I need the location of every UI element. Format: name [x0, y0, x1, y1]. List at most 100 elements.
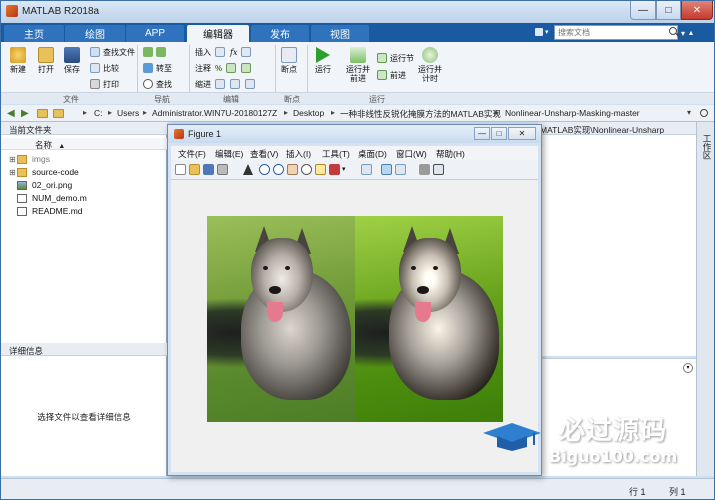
tab-apps[interactable]: APP — [126, 25, 184, 42]
crumb-desktop[interactable]: Desktop — [293, 108, 324, 118]
zoom-in-icon[interactable] — [259, 164, 270, 175]
crumb-separator: ▸ — [108, 108, 113, 117]
find-files-label: 查找文件 — [103, 47, 135, 57]
new-button[interactable]: 新建 — [10, 47, 26, 74]
legend-icon[interactable] — [395, 164, 406, 175]
goto-label: 转至 — [156, 63, 172, 73]
minimize-button[interactable]: — — [630, 1, 656, 20]
original-image — [207, 216, 355, 422]
workspace-label[interactable]: 工作区 — [701, 134, 713, 160]
tab-editor[interactable]: 编辑器 — [187, 25, 249, 42]
menu-desktop[interactable]: 桌面(D) — [358, 148, 387, 160]
figure-title-bar[interactable]: Figure 1 — □ ✕ — [168, 125, 541, 143]
insert-section-icon — [215, 47, 225, 57]
save-figure-icon[interactable] — [203, 164, 214, 175]
quick-access-icon[interactable] — [535, 28, 543, 36]
hide-plot-tools-icon[interactable] — [419, 164, 430, 175]
compare-label: 比较 — [103, 63, 119, 73]
list-item[interactable]: ⊞ source-code — [9, 166, 79, 178]
new-icon — [10, 47, 26, 63]
crumb-project[interactable]: 一种非线性反锐化掩膜方法的MATLAB实现 — [340, 108, 501, 120]
colorbar-icon[interactable] — [381, 164, 392, 175]
menu-insert[interactable]: 插入(I) — [286, 148, 311, 160]
address-dropdown-icon[interactable]: ▾ — [687, 108, 691, 117]
link-plot-icon[interactable] — [361, 164, 372, 175]
print-figure-icon[interactable] — [217, 164, 228, 175]
save-button[interactable]: 保存 — [64, 47, 80, 74]
insert-function-icon[interactable]: fx — [230, 48, 237, 57]
search-input[interactable] — [554, 25, 678, 40]
ribbon-collapse-icon[interactable]: ▴ — [689, 28, 693, 37]
comment-button[interactable]: 注释 % — [195, 62, 254, 74]
comment-percent-icon[interactable]: % — [215, 64, 222, 73]
list-item[interactable]: 02_ori.png — [9, 179, 72, 191]
details-hint: 选择文件以查看详细信息 — [37, 412, 131, 422]
menu-file[interactable]: 文件(F) — [178, 148, 206, 160]
run-section-button[interactable]: 运行节 — [377, 52, 414, 64]
tab-home[interactable]: 主页 — [4, 25, 64, 42]
run-and-time-button[interactable]: 运行并计时 — [417, 47, 443, 83]
pointer-icon[interactable] — [243, 164, 253, 175]
quick-access-dropdown-icon[interactable]: ▾ — [545, 28, 549, 36]
print-button[interactable]: 打印 — [90, 78, 119, 90]
status-bar: 行 1 列 1 — [1, 478, 714, 499]
find-files-button[interactable]: 查找文件 — [90, 46, 135, 58]
crumb-nonlinear[interactable]: Nonlinear-Unsharp-Masking-master — [505, 108, 640, 118]
search-icon[interactable] — [669, 27, 677, 35]
forward-arrow-icon[interactable]: ▶ — [21, 108, 29, 119]
data-cursor-icon[interactable] — [315, 164, 326, 175]
collapse-icon[interactable]: ▾ — [683, 363, 693, 373]
list-item[interactable]: NUM_demo.m — [9, 192, 87, 204]
open-button[interactable]: 打开 — [38, 47, 54, 74]
list-item[interactable]: README.md — [9, 205, 83, 217]
browse-folder-icon[interactable] — [53, 109, 64, 118]
figure-minimize-button[interactable]: — — [474, 127, 490, 140]
tab-view[interactable]: 视图 — [311, 25, 369, 42]
tab-plots[interactable]: 绘图 — [65, 25, 125, 42]
menu-help[interactable]: 帮助(H) — [436, 148, 465, 160]
expand-icon[interactable]: ⊞ — [9, 168, 17, 177]
insert-button[interactable]: 插入 fx — [195, 46, 254, 58]
matlab-window: MATLAB R2018a — □ ✕ 主页 绘图 APP 编辑器 发布 视图 … — [0, 0, 715, 500]
crumb-user[interactable]: Administrator.WIN7U-20180127Z — [152, 108, 277, 118]
increase-indent-icon — [230, 79, 240, 89]
crumb-users[interactable]: Users — [117, 108, 139, 118]
find-button[interactable]: 查找 — [143, 78, 172, 90]
menu-view[interactable]: 查看(V) — [250, 148, 278, 160]
show-plot-tools-icon[interactable] — [433, 164, 444, 175]
menu-window[interactable]: 窗口(W) — [396, 148, 427, 160]
pan-icon[interactable] — [287, 164, 298, 175]
column-header[interactable]: 名称 ▲ — [1, 138, 167, 150]
up-folder-icon[interactable] — [37, 109, 48, 118]
indent-button[interactable]: 缩进 — [195, 78, 258, 90]
search-dropdown-icon[interactable]: ▾ — [681, 29, 685, 38]
maximize-button[interactable]: □ — [656, 1, 681, 20]
address-search-icon[interactable] — [700, 109, 708, 117]
goto-button[interactable]: 转至 — [143, 62, 172, 74]
menu-tools[interactable]: 工具(T) — [322, 148, 350, 160]
run-button[interactable]: 运行 — [315, 47, 331, 74]
advance-button[interactable]: 前进 — [377, 69, 406, 81]
figure-maximize-button[interactable]: □ — [491, 127, 507, 140]
crumb-drive[interactable]: C: — [94, 108, 103, 118]
breakpoints-button[interactable]: 断点 — [281, 47, 297, 74]
nav-arrows[interactable] — [143, 46, 169, 58]
open-file-icon[interactable] — [189, 164, 200, 175]
compare-button[interactable]: 比较 — [90, 62, 119, 74]
brush-icon[interactable] — [329, 164, 340, 175]
menu-edit[interactable]: 编辑(E) — [215, 148, 243, 160]
figure-title: Figure 1 — [188, 129, 222, 139]
expand-icon[interactable]: ⊞ — [9, 155, 17, 164]
close-button[interactable]: ✕ — [681, 1, 713, 20]
list-item[interactable]: ⊞ imgs — [9, 153, 50, 165]
back-arrow-icon[interactable]: ◀ — [7, 108, 15, 119]
zoom-out-icon[interactable] — [273, 164, 284, 175]
run-section-icon — [377, 53, 387, 63]
tab-publish[interactable]: 发布 — [251, 25, 309, 42]
editor-area[interactable] — [538, 122, 696, 356]
figure-close-button[interactable]: ✕ — [508, 127, 536, 140]
run-advance-button[interactable]: 运行并前进 — [345, 47, 371, 83]
brush-dropdown-icon[interactable]: ▾ — [342, 165, 346, 173]
new-figure-icon[interactable] — [175, 164, 186, 175]
rotate-icon[interactable] — [301, 164, 312, 175]
